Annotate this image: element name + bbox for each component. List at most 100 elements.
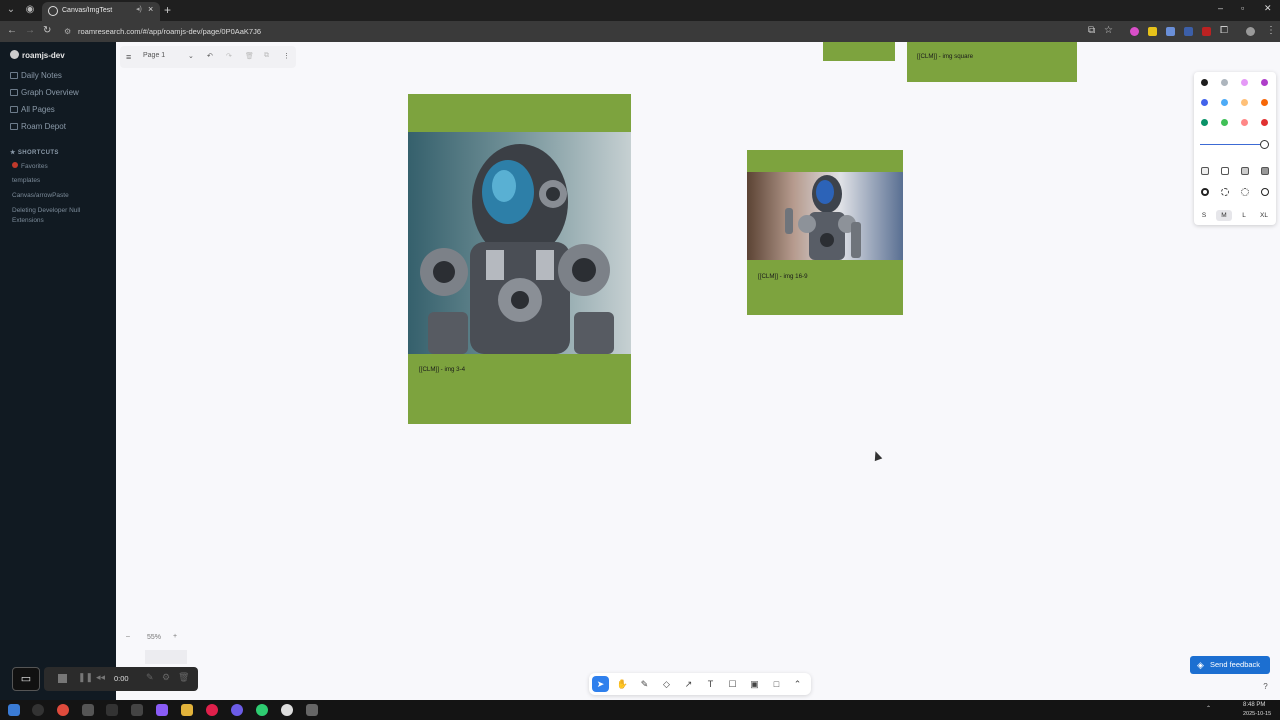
canvas-card-img-square[interactable]: [[CLM]] - img square [907, 42, 1077, 82]
app-icon[interactable] [231, 704, 243, 716]
hand-tool[interactable]: ✋ [614, 676, 631, 692]
sidebar-item-graph-overview[interactable]: Graph Overview [10, 88, 79, 97]
note-tool[interactable]: ☐ [724, 676, 741, 692]
fill-solid-icon[interactable] [1241, 167, 1249, 175]
search-icon[interactable] [32, 704, 44, 716]
draw-tool[interactable]: ✎ [636, 676, 653, 692]
fill-pattern-icon[interactable] [1261, 167, 1269, 175]
url-field[interactable]: ⚙ roamresearch.com/#/app/roamjs-dev/page… [64, 25, 1124, 38]
minimize-button[interactable]: – [1218, 3, 1223, 13]
camera-icon[interactable]: ▭ [12, 667, 40, 691]
install-app-icon[interactable]: ⧉ [1088, 25, 1095, 36]
canvas-card-partial[interactable] [823, 42, 895, 61]
color-swatch[interactable] [1261, 99, 1268, 106]
profile-avatar[interactable] [1246, 27, 1255, 36]
browser-menu-icon[interactable]: ◉ [22, 3, 38, 17]
forward-icon[interactable]: → [25, 25, 35, 36]
color-swatch[interactable] [1221, 79, 1228, 86]
browser-kebab-icon[interactable]: ⋮ [1266, 25, 1276, 36]
clock-date[interactable]: 2025-10-15 [1243, 711, 1271, 717]
opacity-slider-knob[interactable] [1260, 140, 1269, 149]
extension-icon[interactable] [1166, 27, 1175, 36]
draw-icon[interactable]: ✎ [146, 672, 154, 683]
color-swatch[interactable] [1241, 119, 1248, 126]
color-swatch[interactable] [1201, 99, 1208, 106]
size-l-button[interactable]: L [1236, 210, 1252, 221]
trash-icon[interactable]: 🗑 [245, 52, 254, 60]
fill-semi-icon[interactable] [1221, 167, 1229, 175]
extension-icon[interactable] [1202, 27, 1211, 36]
sidebar-item-roam-depot[interactable]: Roam Depot [10, 122, 66, 131]
stroke-dashed-icon[interactable] [1221, 188, 1229, 196]
zoom-level[interactable]: 55% [147, 634, 161, 641]
color-swatch[interactable] [1241, 99, 1248, 106]
bookmark-star-icon[interactable]: ☆ [1104, 25, 1113, 36]
more-options-icon[interactable]: ⋮ [283, 52, 290, 60]
size-m-button[interactable]: M [1216, 210, 1232, 221]
rectangle-tool[interactable]: □ [768, 676, 785, 692]
obsidian-icon[interactable] [156, 704, 168, 716]
shortcut-favorites[interactable]: Favorites [12, 162, 108, 172]
minimap[interactable] [145, 650, 187, 664]
color-swatch[interactable] [1201, 119, 1208, 126]
more-tool[interactable]: ⌃ [789, 676, 806, 692]
stroke-dotted-icon[interactable] [1241, 188, 1249, 196]
eraser-tool[interactable]: ◇ [658, 676, 675, 692]
undo-icon[interactable]: ↶ [207, 52, 213, 60]
tab-list-icon[interactable]: ⌄ [3, 3, 19, 17]
app-icon[interactable] [131, 704, 143, 716]
pause-icon[interactable]: ❚❚ [78, 672, 93, 683]
close-window-button[interactable]: ✕ [1264, 3, 1272, 14]
extension-icon[interactable] [1130, 27, 1139, 36]
clock-time[interactable]: 8:48 PM [1243, 702, 1265, 708]
app-icon[interactable] [82, 704, 94, 716]
extension-icon[interactable] [1184, 27, 1193, 36]
asset-tool[interactable]: ▣ [746, 676, 763, 692]
graph-switcher[interactable]: roamjs-dev [10, 50, 65, 60]
sidebar-item-daily-notes[interactable]: Daily Notes [10, 71, 62, 80]
browser-tab[interactable]: Canvas/ImgTest ◂) × [42, 2, 160, 21]
help-button[interactable]: ? [1259, 680, 1272, 693]
shortcut-templates[interactable]: templates [12, 176, 108, 186]
select-tool[interactable]: ➤ [592, 676, 609, 692]
color-swatch[interactable] [1201, 79, 1208, 86]
opacity-slider[interactable] [1200, 144, 1264, 145]
terminal-icon[interactable] [106, 704, 118, 716]
restart-icon[interactable]: ◂◂ [96, 672, 105, 683]
app-icon[interactable] [206, 704, 218, 716]
canvas-card-img-16-9[interactable]: [[CLM]] - img 16-9 [747, 150, 903, 315]
reload-icon[interactable]: ↻ [43, 25, 51, 36]
color-swatch[interactable] [1261, 119, 1268, 126]
color-swatch[interactable] [1261, 79, 1268, 86]
settings-icon[interactable]: ⚙ [162, 672, 170, 683]
zoom-out-button[interactable]: – [126, 633, 130, 640]
site-info-icon[interactable]: ⚙ [64, 25, 71, 38]
zoom-in-button[interactable]: + [173, 633, 177, 640]
text-tool[interactable]: T [702, 676, 719, 692]
chrome-icon[interactable] [57, 704, 69, 716]
speaker-icon[interactable]: ◂) [136, 5, 142, 13]
app-icon[interactable] [281, 704, 293, 716]
send-feedback-button[interactable]: ◈ Send feedback [1190, 656, 1270, 674]
extension-icon[interactable] [1148, 27, 1157, 36]
tray-chevron-icon[interactable]: ⌃ [1206, 705, 1211, 712]
new-tab-button[interactable]: + [164, 3, 171, 17]
tab-close-icon[interactable]: × [148, 4, 153, 14]
sidebar-item-all-pages[interactable]: All Pages [10, 105, 55, 114]
color-swatch[interactable] [1241, 79, 1248, 86]
shortcut-canvas-arrowpaste[interactable]: Canvas/arrowPaste [12, 191, 108, 201]
page-selector[interactable]: Page 1 [143, 52, 165, 59]
stroke-solid-icon[interactable] [1261, 188, 1269, 196]
duplicate-icon[interactable]: ⧉ [264, 52, 269, 60]
start-icon[interactable] [8, 704, 20, 716]
shortcut-deleting-developer-null-extensions[interactable]: Deleting Developer Null Extensions [12, 206, 108, 226]
size-xl-button[interactable]: XL [1256, 210, 1272, 221]
size-s-button[interactable]: S [1196, 210, 1212, 221]
redo-icon[interactable]: ↷ [226, 52, 232, 60]
hamburger-menu-icon[interactable]: ≡ [126, 52, 131, 62]
chevron-down-icon[interactable]: ⌄ [188, 52, 194, 60]
canvas-area[interactable]: ≡ Page 1 ⌄ ↶ ↷ 🗑 ⧉ ⋮ [[CLM]] - img squar… [116, 42, 1280, 700]
back-icon[interactable]: ← [7, 25, 17, 36]
color-swatch[interactable] [1221, 119, 1228, 126]
app-icon[interactable] [306, 704, 318, 716]
